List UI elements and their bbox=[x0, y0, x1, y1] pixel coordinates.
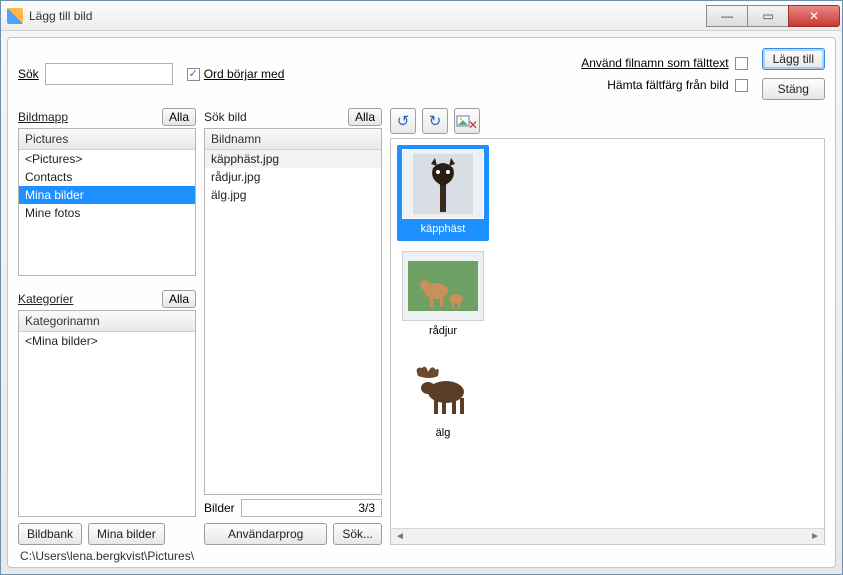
thumbnail-caption: käpphäst bbox=[399, 223, 487, 235]
add-button[interactable]: Lägg till bbox=[762, 48, 825, 70]
folders-all-button[interactable]: Alla bbox=[162, 108, 196, 126]
list-item[interactable]: käpphäst.jpg bbox=[205, 150, 381, 168]
action-buttons: Lägg till Stäng bbox=[762, 48, 825, 100]
image-count-label: Bilder bbox=[204, 501, 235, 515]
folders-header: Bildmapp bbox=[18, 110, 68, 124]
images-all-button[interactable]: Alla bbox=[348, 108, 382, 126]
list-item[interactable]: <Pictures> bbox=[19, 150, 195, 168]
thumbnails[interactable]: käpphäst bbox=[391, 139, 824, 528]
images-header: Sök bild bbox=[204, 110, 247, 124]
thumbnails-frame: käpphäst bbox=[390, 138, 825, 545]
list-item[interactable]: Contacts bbox=[19, 168, 195, 186]
search-group: Sök Ord börjar med bbox=[18, 63, 284, 85]
thumbnail-image bbox=[402, 251, 484, 321]
thumbnail-item[interactable]: rådjur bbox=[397, 247, 489, 343]
window-buttons: — ▭ ✕ bbox=[707, 5, 840, 27]
starts-with-checkbox[interactable] bbox=[187, 68, 200, 81]
thumb-toolbar: ↺ ↻ ✕ bbox=[390, 108, 825, 134]
left-column: Bildmapp Alla Pictures <Pictures> Contac… bbox=[18, 108, 196, 545]
rotate-left-icon[interactable]: ↺ bbox=[390, 108, 416, 134]
categories-header: Kategorier bbox=[18, 292, 73, 306]
list-item[interactable]: Mina bilder bbox=[19, 186, 195, 204]
maximize-button[interactable]: ▭ bbox=[747, 5, 789, 27]
thumbnail-caption: älg bbox=[399, 427, 487, 439]
categories-all-button[interactable]: Alla bbox=[162, 290, 196, 308]
images-list[interactable]: Bildnamn käpphäst.jpg rådjur.jpg älg.jpg bbox=[204, 128, 382, 495]
sok-button[interactable]: Sök... bbox=[333, 523, 382, 545]
dialog-content: Sök Ord börjar med Använd filnamn som fä… bbox=[7, 37, 836, 568]
categories-column-header[interactable]: Kategorinamn bbox=[19, 311, 195, 332]
close-dialog-button[interactable]: Stäng bbox=[762, 78, 825, 100]
image-count-row: Bilder 3/3 bbox=[204, 499, 382, 517]
search-input[interactable] bbox=[45, 63, 173, 85]
pick-color-option[interactable]: Hämta fältfärg från bild bbox=[607, 78, 747, 92]
window-chrome: Lägg till bild — ▭ ✕ Sök Ord börjar med … bbox=[0, 0, 843, 575]
list-item[interactable]: <Mina bilder> bbox=[19, 332, 195, 350]
folders-list[interactable]: Pictures <Pictures> Contacts Mina bilder… bbox=[18, 128, 196, 276]
pick-color-checkbox[interactable] bbox=[735, 79, 748, 92]
list-item[interactable]: älg.jpg bbox=[205, 186, 381, 204]
categories-list[interactable]: Kategorinamn <Mina bilder> bbox=[18, 310, 196, 517]
mina-bilder-button[interactable]: Mina bilder bbox=[88, 523, 165, 545]
close-button[interactable]: ✕ bbox=[788, 5, 840, 27]
minimize-button[interactable]: — bbox=[706, 5, 748, 27]
use-filename-option[interactable]: Använd filnamn som fälttext bbox=[581, 56, 747, 70]
use-filename-checkbox[interactable] bbox=[735, 57, 748, 70]
left-bottom-buttons: Bildbank Mina bilder bbox=[18, 523, 196, 545]
right-column: ↺ ↻ ✕ bbox=[390, 108, 825, 545]
delete-image-icon[interactable]: ✕ bbox=[454, 108, 480, 134]
thumbnail-item[interactable]: älg bbox=[397, 349, 489, 445]
images-panel: Sök bild Alla Bildnamn käpphäst.jpg rådj… bbox=[204, 108, 382, 517]
list-item[interactable]: rådjur.jpg bbox=[205, 168, 381, 186]
thumbnail-image bbox=[402, 149, 484, 219]
thumbnail-image bbox=[402, 353, 484, 423]
horizontal-scrollbar[interactable]: ◄ ► bbox=[391, 528, 824, 544]
anvandarprog-button[interactable]: Användarprog bbox=[204, 523, 327, 545]
folders-column-header[interactable]: Pictures bbox=[19, 129, 195, 150]
list-item[interactable]: Mine fotos bbox=[19, 204, 195, 222]
thumbnail-item[interactable]: käpphäst bbox=[397, 145, 489, 241]
rotate-right-icon[interactable]: ↻ bbox=[422, 108, 448, 134]
titlebar[interactable]: Lägg till bild — ▭ ✕ bbox=[1, 1, 842, 31]
starts-with-label: Ord börjar med bbox=[204, 67, 285, 81]
bildbank-button[interactable]: Bildbank bbox=[18, 523, 82, 545]
use-filename-label: Använd filnamn som fälttext bbox=[581, 56, 728, 70]
starts-with-group[interactable]: Ord börjar med bbox=[187, 67, 285, 81]
categories-panel: Kategorier Alla Kategorinamn <Mina bilde… bbox=[18, 290, 196, 517]
pick-color-label: Hämta fältfärg från bild bbox=[607, 78, 728, 92]
thumbnail-caption: rådjur bbox=[399, 325, 487, 337]
images-column-header[interactable]: Bildnamn bbox=[205, 129, 381, 150]
search-label: Sök bbox=[18, 67, 39, 81]
status-bar: C:\Users\lena.bergkvist\Pictures\ bbox=[18, 547, 825, 563]
app-icon bbox=[7, 8, 23, 24]
window-title: Lägg till bild bbox=[29, 9, 707, 23]
folders-panel: Bildmapp Alla Pictures <Pictures> Contac… bbox=[18, 108, 196, 276]
top-row: Sök Ord börjar med Använd filnamn som fä… bbox=[18, 48, 825, 100]
mid-bottom-buttons: Användarprog Sök... bbox=[204, 523, 382, 545]
scroll-left-icon[interactable]: ◄ bbox=[395, 531, 405, 542]
options-group: Använd filnamn som fälttext Hämta fältfä… bbox=[581, 56, 747, 92]
columns: Bildmapp Alla Pictures <Pictures> Contac… bbox=[18, 108, 825, 545]
middle-column: Sök bild Alla Bildnamn käpphäst.jpg rådj… bbox=[204, 108, 382, 545]
image-count-value: 3/3 bbox=[241, 499, 382, 517]
scroll-right-icon[interactable]: ► bbox=[810, 531, 820, 542]
